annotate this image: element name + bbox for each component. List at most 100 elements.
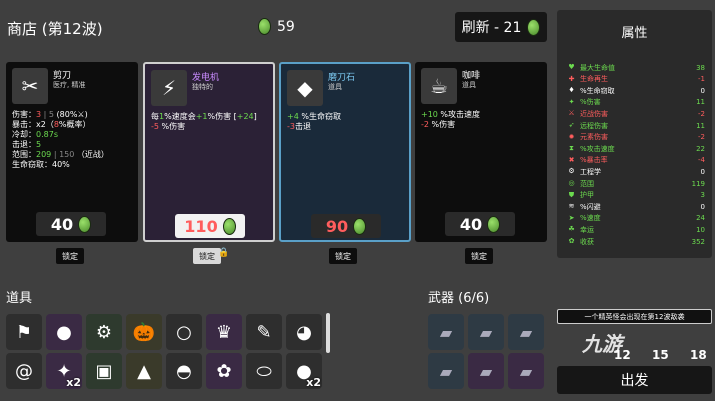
items-scrollbar[interactable] <box>326 313 330 353</box>
buy-button[interactable]: 110 <box>175 214 245 238</box>
padlock-icon: 🔒 <box>218 248 230 258</box>
description-text: -5 <box>151 122 159 131</box>
lock-button[interactable]: 锁定 <box>56 248 84 264</box>
card-description: 每1%速度会+1%伤害 [+24] -5 %伤害 <box>151 112 257 132</box>
weapon-gun-icon: ▰ <box>439 361 453 381</box>
stat-row: ◎ 范围 119 <box>567 178 705 189</box>
stat-row: ✚ 生命再生 -1 <box>567 74 705 85</box>
weapon-slot[interactable]: ▰ <box>508 353 544 389</box>
lock-button[interactable]: 锁定 <box>465 248 493 264</box>
materials-counter: 59 <box>258 18 295 35</box>
description-text: +10 <box>421 110 438 119</box>
item-ticket-slot[interactable]: ▣ <box>86 353 122 389</box>
weapon-slot[interactable]: ▰ <box>508 314 544 350</box>
description-line: 范围：209 | 150 （近战） <box>12 150 109 160</box>
item-pen-slot[interactable]: ✎ <box>246 314 282 350</box>
item-bag-icon: ▲ <box>137 360 151 382</box>
description-line: 暴击：x2（8%概率） <box>12 120 109 130</box>
item-tractor-slot[interactable]: ⚙ <box>86 314 122 350</box>
stat-row: ✦ %伤害 11 <box>567 97 705 108</box>
description-line: 伤害：3 | 5 (80%⚔) <box>12 110 109 120</box>
stat-row: ⚔ 近战伤害 -2 <box>567 108 705 119</box>
stat-label: %生命窃取 <box>580 86 615 95</box>
stat-value: 22 <box>696 144 705 153</box>
stat-icon: ☘ <box>568 225 575 234</box>
stat-label: 生命再生 <box>580 75 608 84</box>
item-pumpkin-slot[interactable]: 🎃 <box>126 314 162 350</box>
stat-icon: ◎ <box>568 179 575 187</box>
stat-row: ✖ %暴击率 -4 <box>567 155 705 166</box>
material-icon <box>258 18 271 35</box>
description-text: -2 <box>421 120 429 129</box>
item-flag-icon: ⚑ <box>15 321 33 343</box>
description-text: 击退： <box>12 140 36 149</box>
lock-button[interactable]: 锁定 <box>329 248 357 264</box>
item-helmet-slot[interactable]: ◓ <box>166 353 202 389</box>
go-button[interactable]: 出发 <box>557 366 712 394</box>
weapon-slot[interactable]: ▰ <box>468 353 504 389</box>
buy-button[interactable]: 40 <box>445 212 515 236</box>
stat-label: 护甲 <box>580 191 594 200</box>
item-capsule-icon: ⬭ <box>256 360 272 382</box>
stat-icon: ⛊ <box>568 190 575 199</box>
stat-icon: ✖ <box>568 155 575 164</box>
stat-label: 元素伤害 <box>580 133 608 142</box>
description-text: +24 <box>236 112 254 121</box>
shop-card[interactable]: ⚡ 发电机 独特的 每1%速度会+1%伤害 [+24] -5 %伤害 110 <box>143 62 275 242</box>
item-snail-slot[interactable]: @ <box>6 353 42 389</box>
item-red-orb-slot[interactable]: ● <box>46 314 82 350</box>
weapon-gun-icon: ▰ <box>519 322 533 342</box>
item-rabbit-slot[interactable]: ✿ <box>206 353 242 389</box>
description-text: ) <box>84 110 88 119</box>
reroll-button[interactable]: 刷新 - 21 <box>455 12 547 42</box>
description-line: +10 %攻击速度 <box>421 110 480 120</box>
item-duck-slot[interactable]: ◕ <box>286 314 322 350</box>
item-ring-slot[interactable]: ○ <box>166 314 202 350</box>
stat-value: 11 <box>696 121 705 130</box>
item-red-orb-icon: ● <box>56 321 72 343</box>
weapon-slot[interactable]: ▰ <box>428 314 464 350</box>
shop-card[interactable]: ◆ 磨刀石 道具 +4 %生命窃取 -3击退 90 <box>279 62 411 242</box>
stat-value: 11 <box>696 98 705 107</box>
buy-button[interactable]: 90 <box>311 214 381 238</box>
item-pen-icon: ✎ <box>256 321 272 343</box>
stat-row: ⚙ 工程学 0 <box>567 166 705 177</box>
weapon-count: 15 <box>652 348 669 362</box>
description-text: -3 <box>287 122 295 131</box>
item-crown-slot[interactable]: ♛ <box>206 314 242 350</box>
stat-icon: ➶ <box>568 121 575 129</box>
lock-button[interactable]: 锁定 <box>193 248 221 264</box>
description-text: ⚔ <box>77 110 85 119</box>
description-line: 每1%速度会+1%伤害 [+24] <box>151 112 257 122</box>
stat-row: ≋ %闪避 0 <box>567 201 705 212</box>
stat-value: 0 <box>700 202 705 211</box>
stat-icon: ⧗ <box>569 144 574 153</box>
item-wings-slot[interactable]: ✦ x2 <box>46 353 82 389</box>
shop-card[interactable]: ✂ 剪刀 医疗, 精准 伤害：3 | 5 (80%⚔) 暴击：x2（8%概率） 冷却：0.… <box>6 62 138 242</box>
weapon-slot[interactable]: ▰ <box>428 353 464 389</box>
item-flag-slot[interactable]: ⚑ <box>6 314 42 350</box>
card-tags: 道具 <box>328 83 342 91</box>
buy-button[interactable]: 40 <box>36 212 106 236</box>
weapon-count: 18 <box>690 348 707 362</box>
description-line: 冷却：0.87s <box>12 130 109 140</box>
item-icon: ✂ <box>12 68 48 104</box>
stat-value: -2 <box>698 109 705 118</box>
stat-value: 119 <box>691 179 705 188</box>
description-text: （近战） <box>76 150 109 159</box>
shop-card[interactable]: ☕ 咖啡 道具 +10 %攻击速度 -2 %伤害 40 <box>415 62 547 242</box>
item-capsule-slot[interactable]: ⬭ <box>246 353 282 389</box>
weapon-slot[interactable]: ▰ <box>468 314 504 350</box>
weapon-gun-icon: ▰ <box>479 322 493 342</box>
item-snail-icon: @ <box>15 360 33 382</box>
description-text: 伤害： <box>12 110 36 119</box>
stat-value: 10 <box>696 225 705 234</box>
description-text: %概率） <box>58 120 91 129</box>
stat-value: -2 <box>698 133 705 142</box>
description-line: -3击退 <box>287 122 341 132</box>
item-ball-slot[interactable]: ● x2 <box>286 353 322 389</box>
description-text: (80% <box>56 110 78 119</box>
item-bag-slot[interactable]: ▲ <box>126 353 162 389</box>
material-icon <box>353 217 367 235</box>
stat-value: -1 <box>698 75 705 84</box>
